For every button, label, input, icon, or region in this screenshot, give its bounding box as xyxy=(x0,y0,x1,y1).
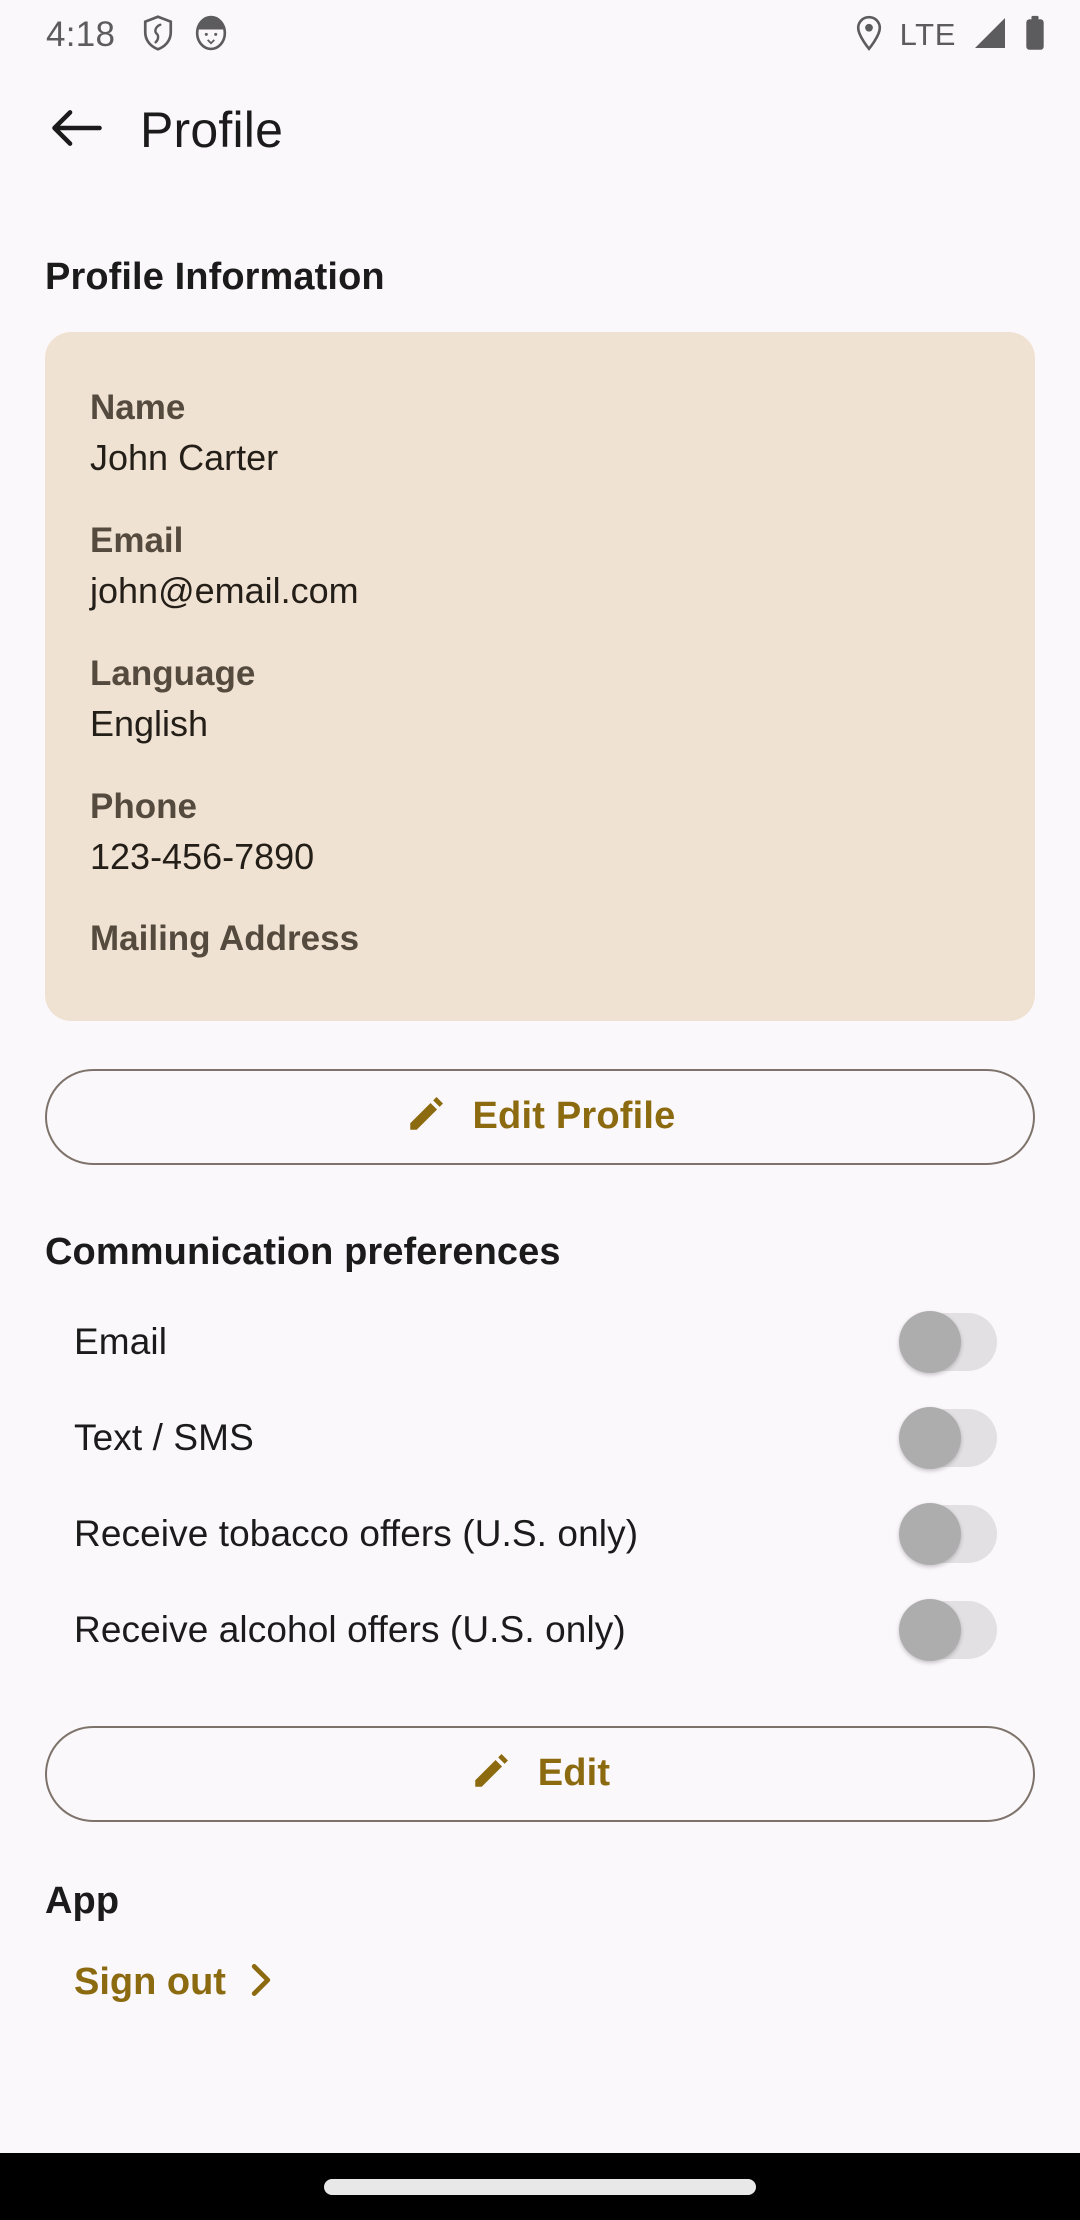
preference-label: Receive alcohol offers (U.S. only) xyxy=(74,1608,626,1650)
toggle-alcohol-offers[interactable] xyxy=(899,1598,997,1661)
field-value: john@email.com xyxy=(90,570,359,612)
page-title: Profile xyxy=(140,102,284,158)
status-bar-notification-icons xyxy=(141,14,229,57)
profile-field-language: Language English xyxy=(90,650,990,749)
status-bar: 4:18 LTE xyxy=(0,0,1080,70)
status-bar-clock: 4:18 xyxy=(46,15,116,54)
preference-row-alcohol-offers: Receive alcohol offers (U.S. only) xyxy=(45,1582,1035,1678)
edit-preferences-button-label: Edit xyxy=(537,1752,611,1795)
toggle-thumb xyxy=(899,1598,961,1661)
communication-preferences-heading: Communication preferences xyxy=(45,1230,561,1273)
edit-preferences-button[interactable]: Edit xyxy=(45,1725,1035,1822)
shield-icon xyxy=(141,14,175,57)
field-label: Name xyxy=(90,388,186,427)
profile-field-email: Email john@email.com xyxy=(90,517,990,616)
field-label: Phone xyxy=(90,786,197,826)
toggle-text-sms[interactable] xyxy=(899,1406,997,1469)
app-bar: Profile xyxy=(0,70,1080,190)
app-section: App Sign out xyxy=(45,1880,1035,2004)
preference-label: Email xyxy=(74,1320,168,1362)
preference-row-tobacco-offers: Receive tobacco offers (U.S. only) xyxy=(45,1486,1035,1582)
gesture-home-pill[interactable] xyxy=(324,2178,756,2195)
status-bar-system-icons: LTE xyxy=(854,15,1046,56)
ghost-icon xyxy=(193,14,229,57)
toggle-email[interactable] xyxy=(899,1310,997,1373)
pencil-icon xyxy=(405,1093,447,1140)
profile-information-card: Name John Carter Email john@email.com La… xyxy=(45,332,1035,1021)
app-section-heading: App xyxy=(45,1879,120,1922)
location-pin-icon xyxy=(854,15,884,56)
profile-field-mailing-address: Mailing Address xyxy=(90,915,990,962)
field-label: Email xyxy=(90,520,184,560)
field-value: 123-456-7890 xyxy=(90,835,315,877)
pencil-icon xyxy=(470,1750,512,1797)
sign-out-label: Sign out xyxy=(74,1960,226,2003)
back-button[interactable] xyxy=(50,103,104,157)
profile-information-heading: Profile Information xyxy=(45,256,385,298)
toggle-tobacco-offers[interactable] xyxy=(899,1502,997,1565)
preference-label: Receive tobacco offers (U.S. only) xyxy=(74,1512,639,1554)
toggle-thumb xyxy=(899,1502,961,1565)
field-value: English xyxy=(90,702,209,744)
field-label: Mailing Address xyxy=(90,919,360,959)
profile-field-name: Name John Carter xyxy=(90,384,990,483)
communication-preferences-list: Email Text / SMS Receive tobacco offers … xyxy=(45,1294,1035,1678)
edit-profile-button[interactable]: Edit Profile xyxy=(45,1068,1035,1165)
toggle-thumb xyxy=(899,1310,961,1373)
preference-label: Text / SMS xyxy=(74,1416,254,1458)
scroll-content[interactable]: Profile Information Name John Carter Ema… xyxy=(0,190,1080,2220)
chevron-right-icon xyxy=(248,1963,274,2002)
network-type-label: LTE xyxy=(899,17,956,52)
battery-icon xyxy=(1024,15,1046,56)
system-navigation-bar xyxy=(0,2153,1080,2220)
field-value: John Carter xyxy=(90,437,279,479)
sign-out-link[interactable]: Sign out xyxy=(45,1961,1035,2004)
field-label: Language xyxy=(90,653,256,693)
phone-screen: 4:18 LTE Profile Profile Information Nam… xyxy=(0,0,1080,2220)
profile-field-phone: Phone 123-456-7890 xyxy=(90,783,990,882)
preference-row-text-sms: Text / SMS xyxy=(45,1390,1035,1486)
arrow-left-icon xyxy=(51,108,103,153)
edit-profile-button-label: Edit Profile xyxy=(472,1095,676,1138)
preference-row-email: Email xyxy=(45,1294,1035,1390)
signal-icon xyxy=(972,16,1008,55)
toggle-thumb xyxy=(899,1406,961,1469)
